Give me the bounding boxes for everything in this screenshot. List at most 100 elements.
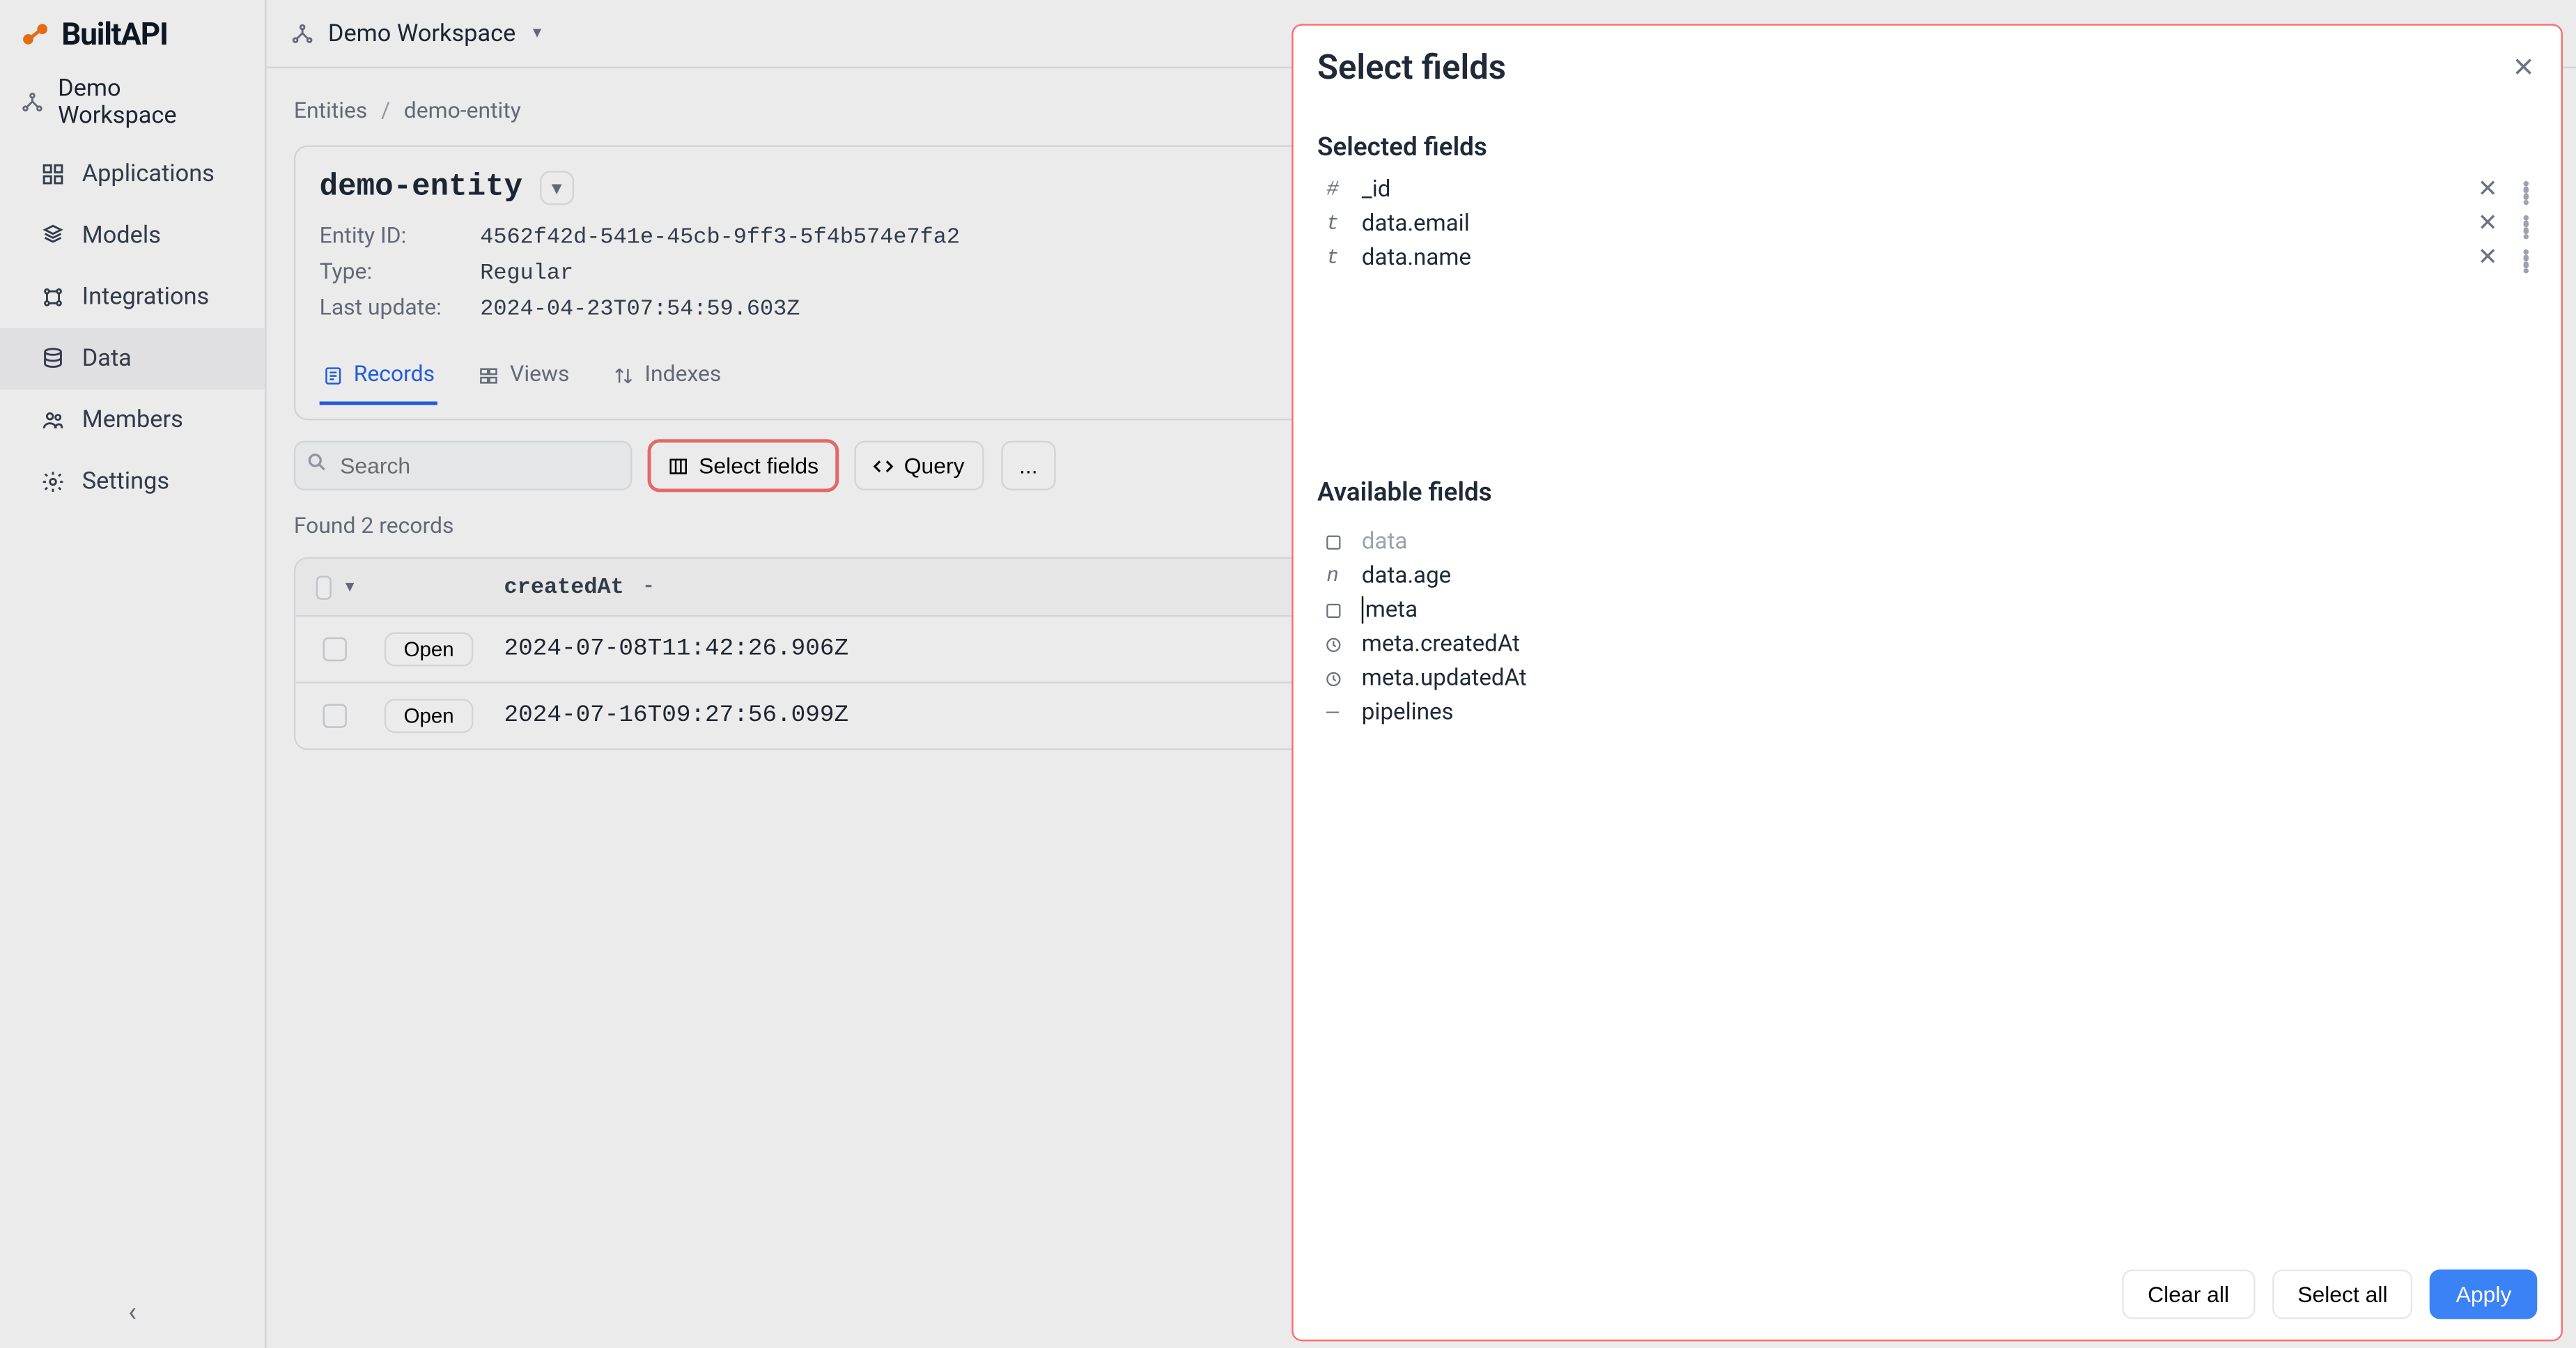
workspace-icon (290, 22, 314, 45)
field-name: data.email (1362, 210, 2459, 238)
select-fields-button[interactable]: Select fields (649, 441, 837, 490)
selected-field[interactable]: t data.name ✕ (1317, 241, 2537, 275)
query-button[interactable]: Query (855, 441, 984, 490)
grip-icon[interactable] (2517, 249, 2534, 268)
clock-icon (1321, 635, 1344, 653)
available-field[interactable]: — pipelines (1317, 695, 2537, 729)
workspace-selector[interactable]: Demo Workspace (0, 68, 265, 137)
caret-down-icon: ▾ (533, 24, 541, 42)
apply-button[interactable]: Apply (2430, 1269, 2537, 1319)
select-fields-panel: Select fields Selected fields # _id ✕ t … (1291, 24, 2563, 1341)
select-all-checkbox[interactable] (316, 575, 332, 598)
hash-icon: # (1321, 178, 1344, 201)
code-icon (874, 456, 894, 476)
nav-settings[interactable]: Settings (0, 451, 265, 513)
workspace-icon (20, 91, 44, 114)
tab-records[interactable]: Records (320, 348, 438, 405)
nav-members[interactable]: Members (0, 389, 265, 451)
available-field[interactable]: n data.age (1317, 559, 2537, 593)
data-icon (41, 347, 65, 371)
selected-fields-title: Selected fields (1317, 132, 2537, 162)
grip-icon[interactable] (2517, 215, 2534, 233)
entity-more-button[interactable]: ▾ (540, 171, 574, 205)
views-icon (479, 365, 499, 385)
collapse-sidebar[interactable]: ‹ (0, 1275, 265, 1348)
search-input[interactable] (294, 441, 633, 490)
entity-name: demo-entity (320, 171, 522, 205)
models-icon (41, 224, 65, 247)
entity-type-label: Type: (320, 260, 456, 286)
entity-id: 4562f42d-541e-45cb-9ff3-5f4b574e7fa2 (480, 224, 960, 249)
open-button[interactable]: Open (385, 632, 473, 666)
close-icon[interactable] (2510, 53, 2537, 80)
entity-updated: 2024-04-23T07:54:59.603Z (480, 295, 800, 321)
tab-label: Records (354, 362, 435, 388)
brand-name: BuiltAPI (61, 16, 167, 52)
remove-field-icon[interactable]: ✕ (2476, 176, 2499, 203)
more-button[interactable]: ... (1000, 441, 1057, 490)
selected-fields-list: # _id ✕ t data.email ✕ t data.name ✕ (1317, 173, 2537, 446)
nav-label: Settings (82, 468, 169, 495)
nav-applications[interactable]: Applications (0, 144, 265, 205)
nav-label: Models (82, 222, 161, 249)
query-label: Query (904, 453, 965, 479)
topbar-workspace[interactable]: Demo Workspace (328, 20, 515, 47)
panel-title: Select fields (1317, 46, 1506, 87)
nav-models[interactable]: Models (0, 205, 265, 266)
nav-label: Applications (82, 161, 215, 188)
breadcrumb-sep: / (381, 99, 390, 125)
tab-indexes[interactable]: Indexes (610, 348, 724, 405)
tab-label: Indexes (644, 362, 721, 388)
row-checkbox[interactable] (323, 637, 347, 661)
available-field[interactable]: meta.updatedAt (1317, 661, 2537, 695)
number-icon: n (1321, 564, 1344, 587)
field-name: meta.updatedAt (1362, 665, 2534, 692)
field-name: data.name (1362, 245, 2459, 272)
available-field[interactable]: meta.createdAt (1317, 627, 2537, 661)
sidebar: BuiltAPI Demo Workspace Applications Mod… (0, 0, 267, 1348)
object-icon (1321, 601, 1344, 619)
cell-createdat: 2024-07-08T11:42:26.906Z (504, 635, 849, 663)
selected-field[interactable]: # _id ✕ (1317, 173, 2537, 207)
available-field[interactable]: meta (1317, 593, 2537, 627)
select-fields-label: Select fields (699, 453, 818, 479)
header-caret-icon[interactable]: ▾ (346, 578, 354, 596)
object-icon (1321, 532, 1344, 551)
nav-integrations[interactable]: Integrations (0, 267, 265, 328)
sort-indicator: - (644, 574, 653, 600)
clear-all-button[interactable]: Clear all (2122, 1269, 2255, 1319)
available-fields-list: data n data.age meta meta.createdAt meta… (1317, 525, 2537, 729)
remove-field-icon[interactable]: ✕ (2476, 210, 2499, 238)
open-button[interactable]: Open (385, 699, 473, 733)
columns-icon (668, 456, 688, 476)
available-field[interactable]: data (1317, 525, 2537, 559)
text-icon: t (1321, 212, 1344, 235)
entity-type: Regular (480, 260, 573, 286)
selected-field[interactable]: t data.email ✕ (1317, 207, 2537, 241)
remove-field-icon[interactable]: ✕ (2476, 245, 2499, 272)
tab-label: Views (510, 362, 569, 388)
breadcrumb-current: demo-entity (404, 99, 521, 125)
integrations-icon (41, 286, 65, 309)
select-all-button[interactable]: Select all (2272, 1269, 2413, 1319)
workspace-label: Demo Workspace (58, 75, 245, 130)
grip-icon[interactable] (2517, 180, 2534, 199)
field-name: pipelines (1362, 699, 2534, 726)
panel-footer: Clear all Select all Apply (1294, 1247, 2561, 1339)
tab-views[interactable]: Views (476, 348, 573, 405)
search-icon (306, 451, 328, 479)
field-name: meta (1362, 596, 2534, 623)
indexes-icon (614, 365, 634, 385)
field-name: data.age (1362, 562, 2534, 589)
breadcrumb-entities[interactable]: Entities (294, 99, 367, 125)
apps-icon (41, 162, 65, 186)
entity-updated-label: Last update: (320, 295, 456, 321)
nav-label: Integrations (82, 284, 210, 311)
logo-icon (20, 19, 51, 49)
row-checkbox[interactable] (323, 704, 347, 728)
field-name: _id (1362, 176, 2459, 203)
nav-label: Members (82, 407, 183, 434)
more-label: ... (1019, 453, 1038, 479)
nav-data[interactable]: Data (0, 328, 265, 389)
records-icon (323, 365, 343, 385)
